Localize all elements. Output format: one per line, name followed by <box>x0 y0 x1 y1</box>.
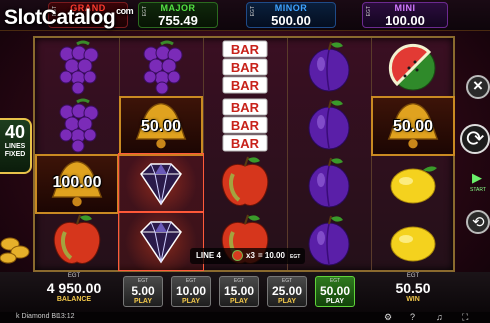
bar-label: BAR <box>231 78 260 93</box>
settings-icon[interactable]: ⚙ <box>384 312 392 323</box>
close-icon: × <box>473 76 483 95</box>
bet-label: PLAY <box>277 298 297 305</box>
balance-brand: EGT <box>67 273 81 279</box>
bar-label: BAR <box>231 42 260 57</box>
bet-label: PLAY <box>229 298 249 305</box>
win-display: EGT 50.50 WIN <box>378 273 448 303</box>
status-bar: k Diamond BL 13:12 ♫ ? ⚙ ⛶ <box>0 312 490 323</box>
win-brand: EGT <box>406 273 420 279</box>
symbol-lemon <box>371 212 455 270</box>
bet-button-10[interactable]: EGT 10.00 PLAY <box>171 276 211 307</box>
lines-fixed-label: FIXED <box>4 151 26 158</box>
auto-icon: ⟲ <box>472 214 485 231</box>
win-value: 50.50 <box>395 280 431 296</box>
symbol-grapes <box>35 96 119 154</box>
symbol-bar: BAR BAR BAR <box>203 96 287 154</box>
jackpot-minor: EGT MINOR 500.00 <box>246 2 336 28</box>
jackpot-major-label: MAJOR <box>160 3 196 13</box>
line-currency: EGT <box>290 254 301 260</box>
bell-value: 50.00 <box>392 118 434 135</box>
music-icon[interactable]: ♫ <box>436 312 443 322</box>
jackpot-mini-label: MINI <box>394 3 416 13</box>
symbol-watermelon <box>371 38 455 96</box>
bet-value: 25.00 <box>271 284 303 298</box>
apple-icon <box>232 250 243 261</box>
bet-label: PLAY <box>181 298 201 305</box>
bet-button-50[interactable]: EGT 50.00 PLAY <box>315 276 355 307</box>
watermark-logo-suffix: com <box>116 6 134 16</box>
symbol-bar: BAR BAR BAR <box>203 38 287 96</box>
jackpot-major-value: 755.49 <box>158 13 198 28</box>
bet-value: 10.00 <box>175 284 207 298</box>
bet-label: PLAY <box>325 298 345 305</box>
game-title: k Diamond BL <box>16 313 60 320</box>
line-number: LINE 4 <box>196 251 221 260</box>
start-label: START <box>470 187 486 193</box>
bet-button-25[interactable]: EGT 25.00 PLAY <box>267 276 307 307</box>
bet-label: PLAY <box>133 298 153 305</box>
symbol-bell-bonus: 100.00 <box>35 154 119 214</box>
symbol-plum <box>287 96 371 154</box>
fullscreen-icon[interactable]: ⛶ <box>462 312 468 323</box>
symbol-bell-bonus: 50.00 <box>371 96 455 156</box>
bar-label: BAR <box>231 100 260 115</box>
line-multiplier: x3 <box>246 251 255 260</box>
bet-value: 15.00 <box>223 284 255 298</box>
line-win-info: LINE 4 x3 = 10.00 EGT <box>190 248 305 264</box>
bet-value: 5.00 <box>131 284 155 298</box>
watermark-logo: SlotCatalogcom <box>4 6 134 30</box>
reel-area: 100.00 50.00 BAR BAR BAR BAR BAR BAR 50.… <box>33 36 455 272</box>
symbol-apple <box>203 154 287 212</box>
autoplay-button[interactable]: ⟲ <box>466 210 490 234</box>
symbol-plum <box>287 154 371 212</box>
bell-value: 50.00 <box>140 118 182 135</box>
bar-label: BAR <box>231 60 260 75</box>
symbol-apple <box>35 212 119 270</box>
jackpot-mini-value: 100.00 <box>385 13 425 28</box>
win-label: WIN <box>406 296 420 303</box>
balance-label: BALANCE <box>56 296 92 303</box>
clock: 13:12 <box>57 313 75 320</box>
bar-label: BAR <box>231 136 260 151</box>
coins-icon <box>0 237 30 264</box>
jackpot-minor-label: MINOR <box>274 3 308 13</box>
balance-value: 4 950.00 <box>46 280 102 296</box>
symbol-bell-bonus: 50.00 <box>119 96 203 156</box>
jackpot-mini: EGT MINI 100.00 <box>362 2 448 28</box>
bet-button-15[interactable]: EGT 15.00 PLAY <box>219 276 259 307</box>
watermark-logo-text: SlotCatalog <box>4 6 116 29</box>
symbol-diamond <box>118 153 204 213</box>
lines-count: 40 <box>4 122 26 142</box>
spin-button[interactable]: ⟳ <box>460 124 490 154</box>
balance-display: EGT 4 950.00 BALANCE <box>34 273 114 303</box>
jackpot-major: EGT MAJOR 755.49 <box>138 2 218 28</box>
bell-value: 100.00 <box>52 174 102 191</box>
bet-value: 50.00 <box>319 284 351 298</box>
bet-button-5[interactable]: EGT 5.00 PLAY <box>123 276 163 307</box>
symbol-grapes <box>35 38 119 96</box>
help-icon[interactable]: ? <box>410 312 415 322</box>
symbol-grapes <box>119 38 203 96</box>
jackpot-minor-value: 500.00 <box>271 13 311 28</box>
lines-label: LINES <box>4 143 26 150</box>
lines-badge: 40 LINES FIXED <box>0 118 32 174</box>
line-amount: = 10.00 <box>258 251 285 260</box>
symbol-plum <box>287 38 371 96</box>
close-button[interactable]: × <box>466 75 490 99</box>
symbol-lemon <box>371 154 455 212</box>
spin-icon: ⟳ <box>466 126 485 151</box>
play-icon[interactable]: ▶ <box>472 170 490 186</box>
bar-label: BAR <box>231 118 260 133</box>
